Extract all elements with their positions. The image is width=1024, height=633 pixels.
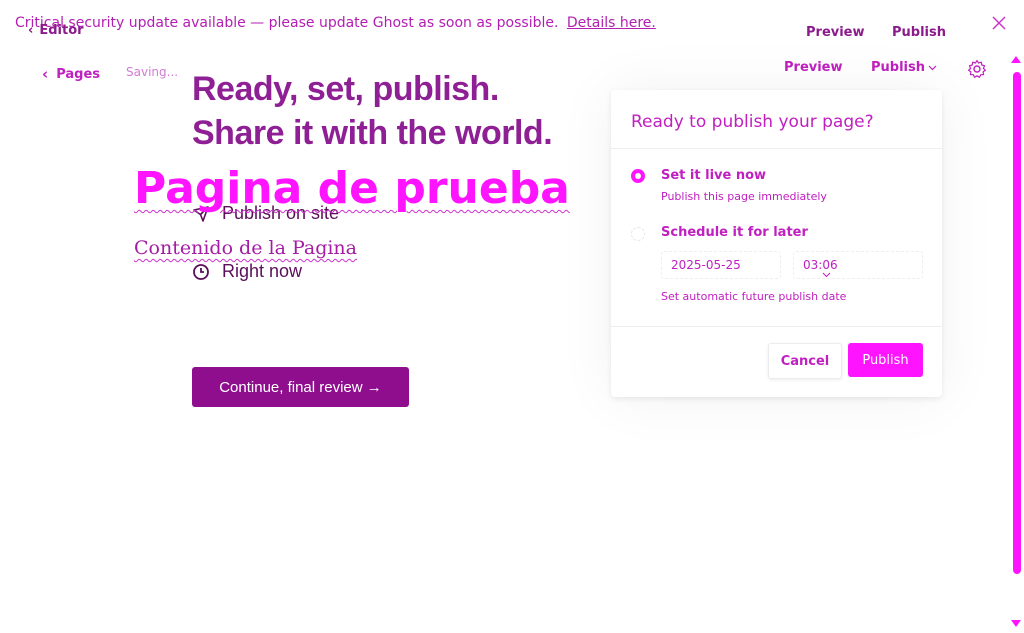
clock-icon — [193, 263, 209, 280]
schedule-date-input[interactable]: 2025-05-25 — [661, 251, 781, 279]
schedule-time-input[interactable]: 03:06 — [793, 251, 923, 279]
save-status: Saving... — [126, 65, 179, 79]
chevron-down-icon — [928, 65, 937, 70]
continue-final-review-button[interactable]: Continue, final review → — [192, 367, 409, 407]
publish-flow-headline: Ready, set, publish. Share it with the w… — [192, 67, 553, 155]
scroll-up-arrow-icon[interactable] — [1011, 56, 1021, 63]
publish-time-option[interactable]: Right now — [192, 261, 302, 282]
pages-label: Pages — [56, 66, 100, 82]
publish-now-label[interactable]: Set it live now — [661, 168, 766, 183]
schedule-time-value: 03:06 — [803, 258, 838, 272]
schedule-description: Set automatic future publish date — [661, 290, 847, 303]
headline-line-2: Share it with the world. — [192, 114, 553, 152]
schedule-later-radio[interactable] — [631, 227, 645, 241]
popover-title: Ready to publish your page? — [631, 112, 874, 132]
preview-button[interactable]: Preview — [784, 60, 843, 75]
page-body-text[interactable]: Contenido de la Pagina — [134, 237, 357, 259]
schedule-later-label[interactable]: Schedule it for later — [661, 225, 808, 240]
top-publish-button[interactable]: Publish — [892, 25, 946, 40]
publish-label: Publish — [871, 60, 925, 75]
security-banner: Critical security update available — ple… — [15, 15, 656, 31]
editor-back-link[interactable]: ‹ Editor — [28, 23, 84, 38]
publish-dropdown-button[interactable]: Publish — [871, 60, 937, 75]
scrollbar-thumb[interactable] — [1013, 72, 1021, 574]
top-preview-button[interactable]: Preview — [806, 25, 865, 40]
pages-back-link[interactable]: ‹ Pages — [42, 65, 100, 83]
close-icon[interactable] — [990, 14, 1008, 32]
divider — [611, 326, 942, 327]
headline-line-1: Ready, set, publish. — [192, 70, 499, 108]
publish-now-description: Publish this page immediately — [661, 190, 827, 203]
divider — [611, 148, 942, 149]
scroll-down-arrow-icon[interactable] — [1011, 620, 1021, 627]
chevron-left-icon: ‹ — [42, 65, 49, 83]
page-title[interactable]: Pagina de prueba — [134, 163, 570, 214]
gear-icon[interactable] — [967, 59, 987, 79]
publish-time-label: Right now — [222, 261, 303, 281]
banner-details-link[interactable]: Details here. — [567, 15, 656, 31]
chevron-down-icon — [822, 272, 831, 278]
banner-text: Critical security update available — ple… — [15, 15, 559, 31]
cancel-button[interactable]: Cancel — [768, 343, 842, 379]
publish-popover: Ready to publish your page? Set it live … — [611, 90, 942, 397]
schedule-date-value: 2025-05-25 — [671, 258, 741, 272]
chevron-left-icon: ‹ — [28, 23, 34, 38]
publish-now-radio[interactable] — [631, 169, 645, 183]
editor-label: Editor — [39, 23, 84, 38]
confirm-publish-button[interactable]: Publish — [848, 343, 923, 377]
